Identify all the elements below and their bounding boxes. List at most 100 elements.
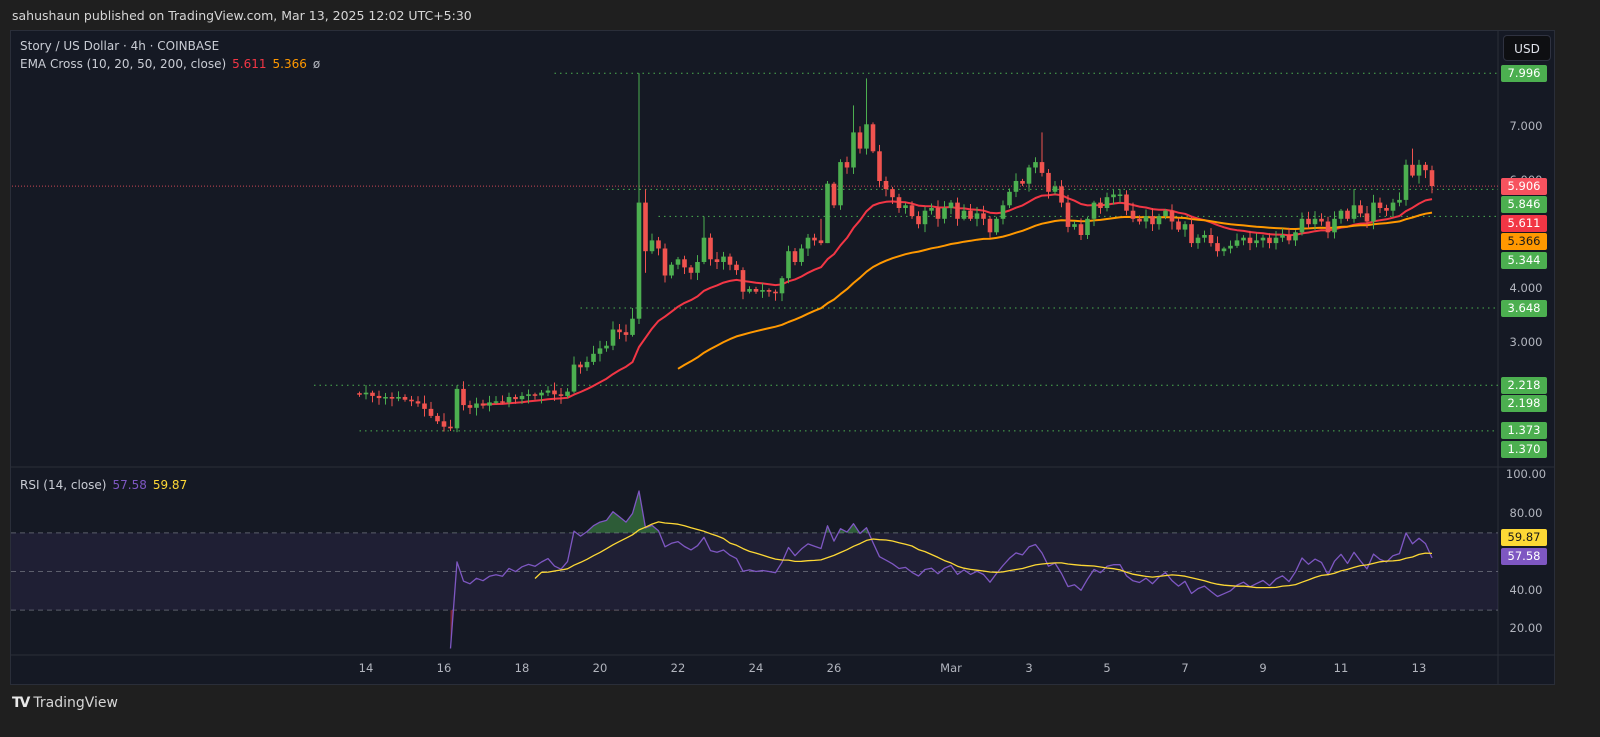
candle-body [1260, 237, 1266, 241]
candle-body [649, 240, 655, 252]
candle-body [792, 251, 798, 262]
time-tick-label: 11 [1333, 661, 1349, 675]
candle-body [474, 403, 479, 408]
candle-body [740, 270, 746, 292]
ema-legend[interactable]: EMA Cross (10, 20, 50, 200, close) 5.611 5… [20, 57, 326, 71]
candle-body [1397, 199, 1402, 203]
candle-body [773, 291, 778, 294]
candle-body [1247, 237, 1253, 244]
candle-body [864, 124, 869, 149]
ema-fast-line [482, 193, 1433, 406]
candle-body [935, 208, 941, 219]
candle-body [799, 248, 804, 262]
ema-lines [482, 193, 1433, 406]
symbol-title: Story / US Dollar · 4h · COINBASE [20, 39, 220, 53]
candle-body [747, 289, 752, 292]
candle-body [682, 259, 687, 268]
candle-body [844, 162, 850, 168]
candle-body [1325, 221, 1331, 233]
candle-body [1286, 235, 1292, 241]
candle-body [428, 408, 434, 416]
candle-body [695, 262, 700, 273]
candle-body [552, 390, 557, 395]
candle-body [500, 401, 505, 403]
candle-body [942, 208, 947, 219]
candle-body [877, 151, 882, 181]
candle-body [1150, 216, 1155, 225]
candle-body [721, 256, 726, 262]
candle-body [1312, 218, 1318, 225]
candle-body [1059, 186, 1064, 203]
time-tick-label: 7 [1181, 661, 1189, 675]
candle-body [1254, 240, 1259, 244]
candle-body [1026, 167, 1032, 184]
candle-body [1163, 210, 1168, 217]
time-tick-label: 22 [670, 661, 686, 675]
rsi-tick-label: 40.00 [1509, 582, 1543, 597]
horizontal-levels [12, 72, 1498, 432]
candle-body [779, 278, 785, 294]
candle-body [981, 213, 986, 219]
price-tick-label: 4.000 [1509, 281, 1543, 295]
candle-body [448, 426, 453, 429]
candle-body [1228, 245, 1233, 249]
candle-body [1390, 202, 1396, 211]
candle-body [1267, 237, 1272, 244]
candle-body [708, 237, 713, 260]
candle-body [1013, 181, 1019, 192]
chart-canvas[interactable] [0, 0, 1600, 737]
price-badge-ema_slow: 5.366 [1501, 233, 1547, 251]
candle-body [519, 395, 525, 400]
price-badge-level: 1.370 [1501, 440, 1547, 458]
candle-body [1137, 218, 1142, 222]
candle-body [480, 403, 486, 406]
candle-body [1293, 232, 1298, 241]
price-badge-level: 2.218 [1501, 376, 1547, 394]
candle-body [1403, 164, 1409, 200]
candle-body [1364, 213, 1370, 222]
price-badge-level: 2.198 [1501, 395, 1547, 413]
candle-body [1423, 164, 1428, 171]
candle-body [1429, 170, 1435, 187]
candle-body [1111, 194, 1116, 198]
candle-body [1273, 237, 1279, 244]
candle-body [571, 364, 577, 392]
candle-body [545, 390, 551, 393]
candle-body [760, 290, 765, 292]
candle-body [1007, 191, 1012, 206]
candle-body [610, 329, 616, 346]
symbol-legend[interactable]: Story / US Dollar · 4h · COINBASE [20, 39, 225, 53]
currency-button[interactable]: USD [1503, 35, 1551, 61]
rsi-badge: 57.58 [1501, 548, 1547, 566]
candle-body [402, 397, 408, 400]
time-tick-label: 18 [514, 661, 530, 675]
rsi-tick-label: 20.00 [1509, 621, 1543, 636]
candle-body [532, 394, 538, 396]
candle-body [1384, 208, 1389, 211]
price-badge-level: 7.996 [1501, 64, 1547, 82]
price-badge-level: 5.846 [1501, 196, 1547, 214]
rsi-tick-label: 80.00 [1509, 505, 1543, 520]
ema-fast-value: 5.611 [232, 57, 267, 71]
candle-body [825, 183, 830, 244]
candle-body [1410, 164, 1415, 176]
candle-body [357, 393, 362, 395]
rsi-legend[interactable]: RSI (14, close) 57.58 59.87 [20, 478, 193, 492]
candle-body [1176, 221, 1181, 230]
price-badge-level: 5.344 [1501, 251, 1547, 269]
candle-body [1117, 194, 1123, 196]
candle-body [623, 332, 629, 335]
candles [357, 73, 1435, 433]
rsi-tick-label: 100.00 [1505, 467, 1547, 481]
candle-body [987, 218, 993, 233]
candle-body [396, 397, 401, 399]
ema-na-value: ø [312, 57, 321, 71]
candle-body [1098, 202, 1103, 208]
footer-brand[interactable]: TV TradingView [12, 695, 118, 711]
price-tick-label: 3.000 [1509, 335, 1543, 349]
time-tick-label: 16 [436, 661, 452, 675]
candle-body [1208, 235, 1214, 244]
candle-body [1039, 162, 1045, 173]
candle-body [1104, 197, 1110, 208]
time-tick-label: 24 [748, 661, 764, 675]
